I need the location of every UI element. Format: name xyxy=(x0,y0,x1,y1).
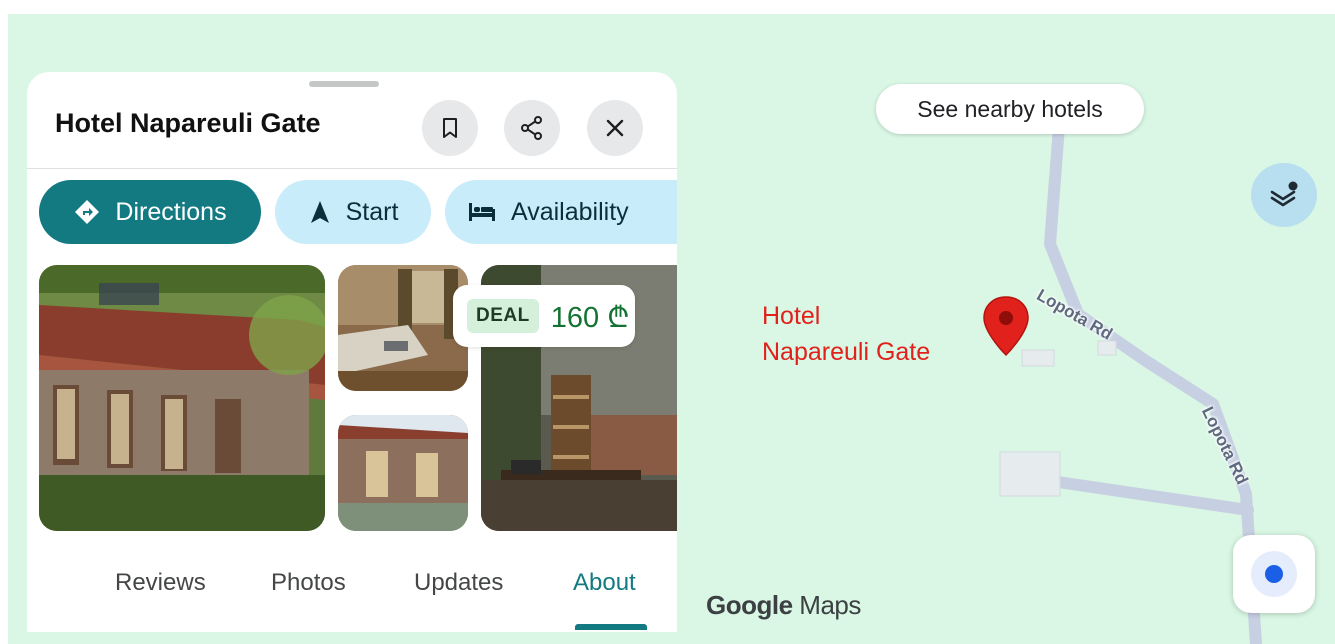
share-icon xyxy=(521,116,542,140)
photo-bedroom[interactable] xyxy=(338,265,468,391)
header-divider xyxy=(27,168,677,169)
availability-button[interactable]: Availability xyxy=(445,180,677,244)
map-place-label-line2: Napareuli Gate xyxy=(762,338,931,366)
active-tab-indicator xyxy=(575,624,647,630)
directions-button[interactable]: Directions xyxy=(39,180,261,244)
maps-wordmark: Maps xyxy=(799,590,861,620)
deal-badge[interactable]: DEAL 160 ₾ xyxy=(453,285,635,347)
availability-label: Availability xyxy=(511,197,629,226)
map-place-label[interactable]: Hotel Napareuli Gate xyxy=(762,298,1002,370)
my-location-button[interactable] xyxy=(1233,535,1315,613)
close-icon xyxy=(606,119,624,137)
deal-label: DEAL xyxy=(467,299,539,333)
start-label: Start xyxy=(345,197,399,226)
photo-building-side[interactable] xyxy=(338,415,468,531)
see-nearby-hotels-button[interactable]: See nearby hotels xyxy=(876,84,1144,134)
tab-about[interactable]: About xyxy=(573,569,636,597)
bookmark-icon xyxy=(443,118,457,138)
road-side xyxy=(1052,476,1254,516)
sheet-drag-handle[interactable] xyxy=(309,81,379,87)
building-large xyxy=(999,451,1061,497)
map-place-label-line1: Hotel xyxy=(762,302,821,330)
tab-photos[interactable]: Photos xyxy=(271,569,346,597)
share-button[interactable] xyxy=(504,100,560,156)
save-button[interactable] xyxy=(422,100,478,156)
road-lopota xyxy=(1044,108,1262,644)
deal-price: 160 ₾ xyxy=(550,301,630,334)
bed-icon xyxy=(469,203,495,221)
google-maps-logo: Google Maps xyxy=(706,590,861,621)
place-sheet: Hotel Napareuli Gate Directions Start Av… xyxy=(27,72,677,632)
place-title: Hotel Napareuli Gate xyxy=(55,108,321,138)
directions-label: Directions xyxy=(115,197,227,226)
layers-button[interactable] xyxy=(1251,163,1317,227)
start-button[interactable]: Start xyxy=(275,180,431,244)
tab-updates[interactable]: Updates xyxy=(414,569,503,597)
google-wordmark: Google xyxy=(706,590,793,620)
directions-icon xyxy=(75,200,100,224)
tab-reviews[interactable]: Reviews xyxy=(115,569,206,597)
close-button[interactable] xyxy=(587,100,643,156)
photo-hotel-exterior[interactable] xyxy=(39,265,325,531)
my-location-icon xyxy=(1251,551,1297,597)
layers-icon xyxy=(1270,181,1298,207)
navigation-arrow-icon xyxy=(310,201,329,223)
building-small-2 xyxy=(1097,340,1117,356)
